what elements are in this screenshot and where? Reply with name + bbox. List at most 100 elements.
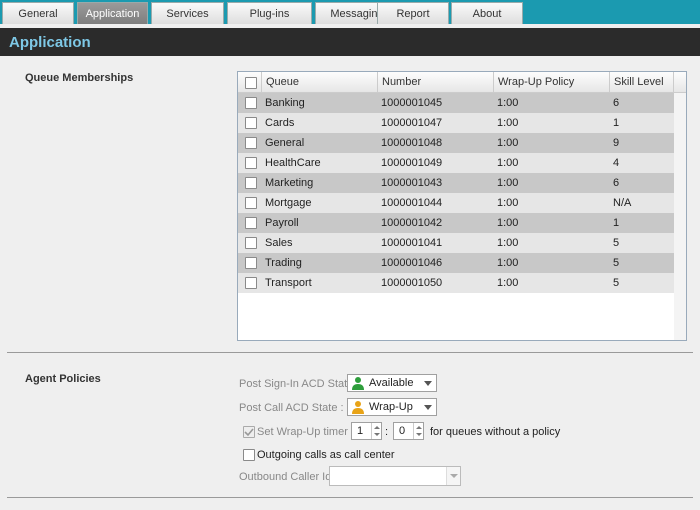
tab-report[interactable]: Report xyxy=(377,2,449,24)
table-row[interactable]: Payroll 1000001042 1:00 1 xyxy=(238,213,674,233)
number-cell: 1000001049 xyxy=(381,157,443,169)
post-signin-value: Available xyxy=(369,377,414,389)
wrapup-cell: 1:00 xyxy=(497,157,519,169)
agent-policies-label: Agent Policies xyxy=(25,373,101,385)
outbound-caller-combo[interactable] xyxy=(329,466,461,486)
table-row[interactable]: Banking 1000001045 1:00 6 xyxy=(238,93,674,113)
queue-memberships-label: Queue Memberships xyxy=(25,72,134,84)
outbound-caller-dropdown-button[interactable] xyxy=(446,467,460,485)
post-call-label: Post Call ACD State : xyxy=(239,402,344,414)
wrapup-suffix: for queues without a policy xyxy=(430,426,561,438)
queue-cell: Mortgage xyxy=(265,197,312,209)
wrapup-cell: 1:00 xyxy=(497,277,519,289)
table-row[interactable]: Marketing 1000001043 1:00 6 xyxy=(238,173,674,193)
number-cell: 1000001046 xyxy=(381,257,443,269)
wrapup-minutes-value: 1 xyxy=(357,425,364,437)
spinner-arrows[interactable] xyxy=(371,423,381,439)
number-cell: 1000001048 xyxy=(381,137,443,149)
divider xyxy=(7,352,693,353)
arrow-up-icon xyxy=(374,426,380,429)
wrapup-person-icon xyxy=(352,401,364,414)
wrapup-cell: 1:00 xyxy=(497,97,519,109)
number-cell: 1000001047 xyxy=(381,117,443,129)
table-scrollbar[interactable] xyxy=(674,93,686,340)
tab-services[interactable]: Services xyxy=(151,2,224,24)
row-checkbox[interactable] xyxy=(245,137,257,149)
checkmark-icon xyxy=(244,428,254,437)
row-checkbox[interactable] xyxy=(245,237,257,249)
queue-cell: General xyxy=(265,137,305,149)
column-header-wrapup[interactable]: Wrap-Up Policy xyxy=(494,72,610,93)
post-signin-label: Post Sign-In ACD State : xyxy=(239,378,360,390)
outbound-caller-label: Outbound Caller Id : xyxy=(239,471,338,483)
tab-general[interactable]: General xyxy=(2,2,74,24)
post-call-dropdown[interactable]: Wrap-Up xyxy=(347,398,437,416)
spinner-arrows[interactable] xyxy=(413,423,423,439)
column-header-queue[interactable]: Queue xyxy=(262,72,378,93)
queue-cell: Banking xyxy=(265,97,305,109)
arrow-down-icon xyxy=(374,433,380,436)
row-checkbox[interactable] xyxy=(245,197,257,209)
chevron-down-icon xyxy=(450,474,458,478)
wrapup-cell: 1:00 xyxy=(497,137,519,149)
queue-cell: Sales xyxy=(265,237,293,249)
row-checkbox[interactable] xyxy=(245,97,257,109)
wrapup-cell: 1:00 xyxy=(497,237,519,249)
divider xyxy=(7,497,693,498)
skill-cell: 1 xyxy=(613,117,620,129)
skill-cell: 6 xyxy=(613,177,620,189)
table-row[interactable]: Cards 1000001047 1:00 1 xyxy=(238,113,674,133)
number-cell: 1000001044 xyxy=(381,197,443,209)
row-checkbox[interactable] xyxy=(245,177,257,189)
wrapup-cell: 1:00 xyxy=(497,117,519,129)
column-header-skill[interactable]: Skill Level xyxy=(610,72,674,93)
queue-cell: Payroll xyxy=(265,217,299,229)
arrow-up-icon xyxy=(416,426,422,429)
wrapup-cell: 1:00 xyxy=(497,217,519,229)
tab-application[interactable]: Application xyxy=(77,2,148,24)
chevron-down-icon xyxy=(424,405,432,410)
post-signin-dropdown[interactable]: Available xyxy=(347,374,437,392)
skill-cell: N/A xyxy=(613,197,632,209)
available-person-icon xyxy=(352,377,364,390)
arrow-down-icon xyxy=(416,433,422,436)
row-checkbox[interactable] xyxy=(245,157,257,169)
number-cell: 1000001043 xyxy=(381,177,443,189)
number-cell: 1000001042 xyxy=(381,217,443,229)
table-row[interactable]: Trading 1000001046 1:00 5 xyxy=(238,253,674,273)
queue-cell: Cards xyxy=(265,117,295,129)
wrapup-timer-checkbox[interactable] xyxy=(243,426,255,438)
wrapup-minutes-spinner[interactable]: 1 xyxy=(351,422,382,440)
wrapup-cell: 1:00 xyxy=(497,197,519,209)
number-cell: 1000001050 xyxy=(381,277,443,289)
queue-cell: Marketing xyxy=(265,177,314,189)
table-row[interactable]: Transport 1000001050 1:00 5 xyxy=(238,273,674,293)
wrapup-seconds-value: 0 xyxy=(399,425,406,437)
number-cell: 1000001045 xyxy=(381,97,443,109)
row-checkbox[interactable] xyxy=(245,257,257,269)
row-checkbox[interactable] xyxy=(245,277,257,289)
row-checkbox[interactable] xyxy=(245,117,257,129)
chevron-down-icon xyxy=(424,381,432,386)
page-header: Application xyxy=(0,28,700,56)
column-header-number[interactable]: Number xyxy=(378,72,494,93)
tab-about[interactable]: About xyxy=(451,2,523,24)
skill-cell: 1 xyxy=(613,217,620,229)
tab-bar: General Application Services Plug-ins Me… xyxy=(0,0,700,24)
table-row[interactable]: Sales 1000001041 1:00 5 xyxy=(238,233,674,253)
queue-cell: Trading xyxy=(265,257,302,269)
skill-cell: 4 xyxy=(613,157,620,169)
post-call-value: Wrap-Up xyxy=(369,401,413,413)
wrapup-separator: : xyxy=(385,426,389,438)
skill-cell: 5 xyxy=(613,257,620,269)
table-row[interactable]: General 1000001048 1:00 9 xyxy=(238,133,674,153)
outgoing-calls-checkbox[interactable] xyxy=(243,449,255,461)
tab-plug-ins[interactable]: Plug-ins xyxy=(227,2,312,24)
skill-cell: 6 xyxy=(613,97,620,109)
row-checkbox[interactable] xyxy=(245,217,257,229)
wrapup-cell: 1:00 xyxy=(497,177,519,189)
queue-table: Queue Number Wrap-Up Policy Skill Level … xyxy=(237,71,687,341)
table-row[interactable]: HealthCare 1000001049 1:00 4 xyxy=(238,153,674,173)
table-row[interactable]: Mortgage 1000001044 1:00 N/A xyxy=(238,193,674,213)
wrapup-seconds-spinner[interactable]: 0 xyxy=(393,422,424,440)
